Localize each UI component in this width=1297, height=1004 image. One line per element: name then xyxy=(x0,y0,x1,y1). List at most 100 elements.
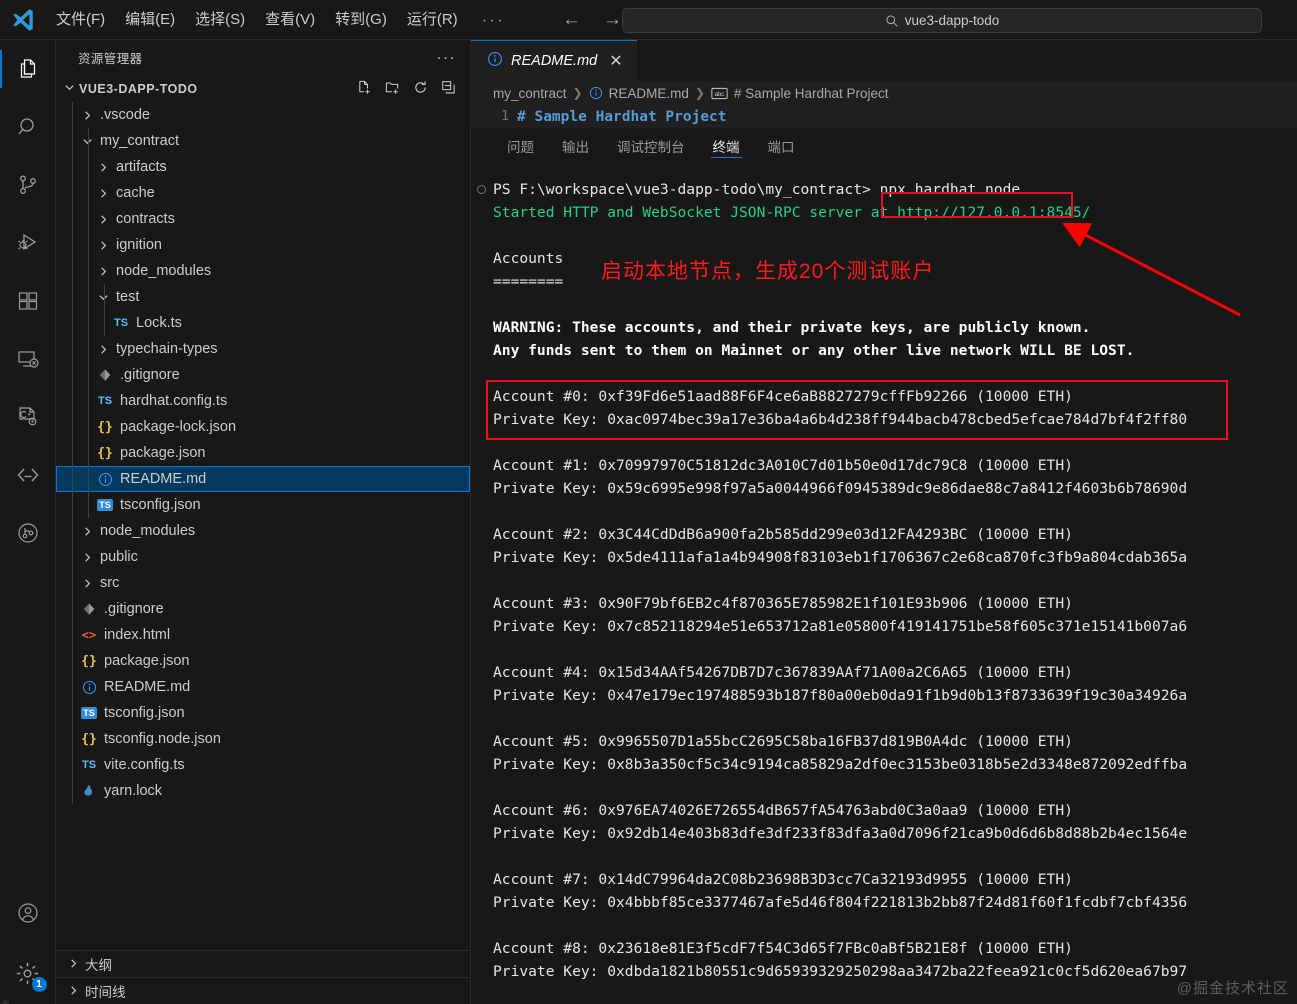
chevron-right-icon[interactable] xyxy=(80,110,94,121)
activitybar-scrollbar[interactable] xyxy=(2,1000,9,1004)
editor-tab-readme[interactable]: README.md ✕ xyxy=(471,40,637,81)
panel-tab-debug-console[interactable]: 调试控制台 xyxy=(603,128,699,164)
tree-item-readme-md[interactable]: README.md xyxy=(56,674,470,700)
new-file-icon[interactable] xyxy=(357,80,372,98)
arrow-left-icon[interactable]: ← xyxy=(562,9,581,31)
activitybar-item-git-graph[interactable] xyxy=(0,504,56,562)
menu-edit[interactable]: 编辑(E) xyxy=(115,6,185,34)
menu-overflow-button[interactable]: ··· xyxy=(468,10,519,30)
terminal-account-line-4: Account #4: 0x15d34AAf54267DB7D7c367839A… xyxy=(493,664,1073,681)
tree-item-readme-md[interactable]: README.md xyxy=(56,466,470,492)
chevron-right-icon[interactable] xyxy=(80,526,94,537)
panel-tab-output[interactable]: 输出 xyxy=(548,128,603,164)
tree-item-vscode[interactable]: .vscode xyxy=(56,102,470,128)
chevron-right-icon[interactable] xyxy=(96,162,110,173)
info-icon xyxy=(80,680,98,695)
timeline-panel-header[interactable]: 时间线 xyxy=(56,977,470,1004)
activitybar-item-search[interactable] xyxy=(0,98,56,156)
json-icon: {} xyxy=(81,653,97,669)
sidebar-bottom-panels: 大纲 时间线 xyxy=(56,950,470,1004)
tree-item-contracts[interactable]: contracts xyxy=(56,206,470,232)
tree-item-package-json[interactable]: {} package.json xyxy=(56,648,470,674)
editor-code-line-1[interactable]: 1 # Sample Hardhat Project xyxy=(471,105,1297,128)
tree-item-label: src xyxy=(100,575,120,591)
breadcrumb-item-file[interactable]: README.md xyxy=(609,86,689,101)
activity-bar: 1 xyxy=(0,40,56,1004)
panel-tab-ports[interactable]: 端口 xyxy=(754,128,809,164)
tree-item-ignition[interactable]: ignition xyxy=(56,232,470,258)
explorer-more-button[interactable]: ··· xyxy=(437,49,457,66)
tree-item-gitignore[interactable]: .gitignore xyxy=(56,596,470,622)
panel-tab-terminal[interactable]: 终端 xyxy=(699,128,754,164)
tree-item-gitignore[interactable]: .gitignore xyxy=(56,362,470,388)
chevron-down-icon[interactable] xyxy=(96,292,110,303)
collapse-all-icon[interactable] xyxy=(441,80,456,98)
outline-panel-header[interactable]: 大纲 xyxy=(56,950,470,977)
menu-selection[interactable]: 选择(S) xyxy=(185,6,255,34)
menu-run[interactable]: 运行(R) xyxy=(397,6,468,34)
tree-item-my-contract[interactable]: my_contract xyxy=(56,128,470,154)
tree-item-index-html[interactable]: <> index.html xyxy=(56,622,470,648)
breadcrumb-item-folder[interactable]: my_contract xyxy=(493,86,567,101)
activitybar-item-run-and-debug[interactable] xyxy=(0,214,56,272)
tree-item-label: tsconfig.node.json xyxy=(104,731,221,747)
activitybar-item-remote-explorer[interactable] xyxy=(0,330,56,388)
tree-item-vite-config-ts[interactable]: TS vite.config.ts xyxy=(56,752,470,778)
chevron-right-icon[interactable] xyxy=(80,552,94,563)
chevron-right-icon[interactable] xyxy=(80,578,94,589)
activitybar-item-accounts[interactable] xyxy=(0,884,56,942)
tree-item-node-modules[interactable]: node_modules xyxy=(56,518,470,544)
terminal-blank xyxy=(493,569,1297,592)
chevron-right-icon[interactable] xyxy=(96,266,110,277)
activitybar-item-code-compare[interactable] xyxy=(0,446,56,504)
explorer-root-row[interactable]: VUE3-DAPP-TODO xyxy=(56,75,470,102)
indent-guide xyxy=(88,128,89,518)
chevron-right-icon[interactable] xyxy=(96,240,110,251)
chevron-right-icon[interactable] xyxy=(96,214,110,225)
activitybar-item-explorer[interactable] xyxy=(0,40,56,98)
title-bar: 文件(F) 编辑(E) 选择(S) 查看(V) 转到(G) 运行(R) ··· … xyxy=(0,0,1297,40)
breadcrumb-item-symbol[interactable]: # Sample Hardhat Project xyxy=(734,86,889,101)
close-icon[interactable]: ✕ xyxy=(609,51,622,71)
tree-item-test[interactable]: test xyxy=(56,284,470,310)
tree-item-tsconfig-json[interactable]: TS tsconfig.json xyxy=(56,492,470,518)
menu-file[interactable]: 文件(F) xyxy=(46,6,115,34)
chevron-down-icon[interactable] xyxy=(64,82,75,96)
terminal-account-line-7: Account #7: 0x14dC79964da2C08b23698B3D3c… xyxy=(493,871,1073,888)
chevron-right-icon[interactable] xyxy=(96,344,110,355)
tree-item-src[interactable]: src xyxy=(56,570,470,596)
cpp-gear-icon xyxy=(18,407,36,426)
tree-item-package-lock-json[interactable]: {} package-lock.json xyxy=(56,414,470,440)
terminal-account-line-0: Account #0: 0xf39Fd6e51aad88F6F4ce6aB882… xyxy=(493,388,1073,405)
panel-tab-problems[interactable]: 问题 xyxy=(493,128,548,164)
activitybar-item-extensions[interactable] xyxy=(0,272,56,330)
tree-item-lock-ts[interactable]: TS Lock.ts xyxy=(56,310,470,336)
tree-item-package-json[interactable]: {} package.json xyxy=(56,440,470,466)
tree-item-label: README.md xyxy=(120,471,207,487)
tree-item-public[interactable]: public xyxy=(56,544,470,570)
tree-item-hardhat-config-ts[interactable]: TS hardhat.config.ts xyxy=(56,388,470,414)
new-folder-icon[interactable] xyxy=(385,80,400,98)
chevron-down-icon[interactable] xyxy=(80,136,94,147)
tree-item-artifacts[interactable]: artifacts xyxy=(56,154,470,180)
menu-view[interactable]: 查看(V) xyxy=(255,6,325,34)
tree-item-tsconfig-node-json[interactable]: {} tsconfig.node.json xyxy=(56,726,470,752)
file-tree[interactable]: .vscode my_contract artifacts cache contract… xyxy=(56,102,470,804)
tree-item-label: package.json xyxy=(120,445,206,461)
tree-item-node-modules[interactable]: node_modules xyxy=(56,258,470,284)
chevron-right-icon[interactable] xyxy=(96,188,110,199)
tree-item-yarn-lock[interactable]: yarn.lock xyxy=(56,778,470,804)
timeline-panel-label: 时间线 xyxy=(85,985,126,1000)
tree-item-cache[interactable]: cache xyxy=(56,180,470,206)
activitybar-item-cpp-config[interactable] xyxy=(0,388,56,446)
menu-go[interactable]: 转到(G) xyxy=(325,6,397,34)
refresh-icon[interactable] xyxy=(413,80,428,98)
tree-item-tsconfig-json[interactable]: TS tsconfig.json xyxy=(56,700,470,726)
activitybar-item-settings[interactable]: 1 xyxy=(0,942,56,1004)
terminal-output[interactable]: PS F:\workspace\vue3-dapp-todo\my_contra… xyxy=(471,164,1297,1004)
command-center-search[interactable]: vue3-dapp-todo xyxy=(622,8,1262,33)
arrow-right-icon[interactable]: → xyxy=(603,9,622,31)
tree-item-typechain-types[interactable]: typechain-types xyxy=(56,336,470,362)
explorer-root-label: VUE3-DAPP-TODO xyxy=(79,81,198,96)
activitybar-item-source-control[interactable] xyxy=(0,156,56,214)
